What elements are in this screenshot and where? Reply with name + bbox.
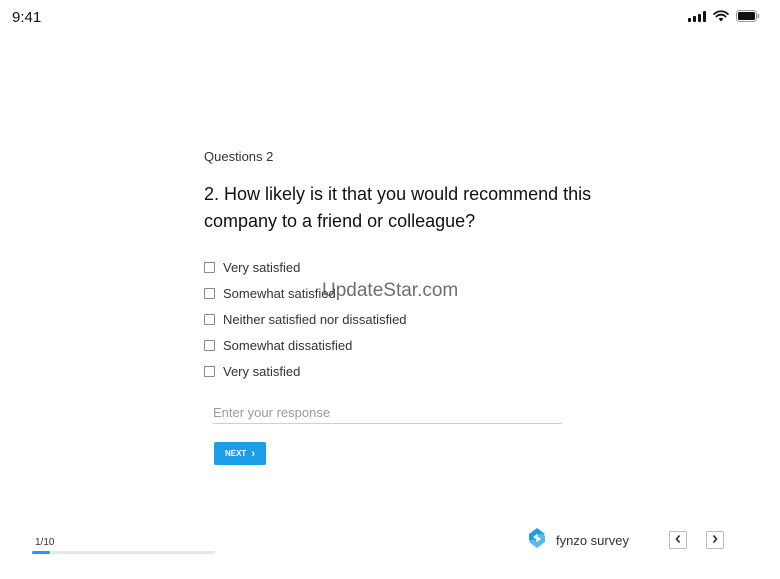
progress-fill <box>32 551 51 554</box>
fynzo-logo-icon <box>527 527 547 554</box>
brand: fynzo survey <box>527 527 629 554</box>
survey-screen: 9:41 Questions 2 2. How likely is it tha… <box>0 0 780 579</box>
previous-button[interactable] <box>669 531 687 549</box>
status-icons <box>688 10 760 22</box>
chevron-left-icon <box>674 531 682 549</box>
battery-icon <box>736 10 760 22</box>
checkbox[interactable] <box>204 287 215 299</box>
progress-label: 1/10 <box>35 537 55 548</box>
option-label: Very satisfied <box>223 363 301 379</box>
option-somewhat-dissatisfied[interactable]: Somewhat dissatisfied <box>204 332 407 358</box>
option-label: Somewhat dissatisfied <box>223 337 353 353</box>
question-title: 2. How likely is it that you would recom… <box>204 184 592 231</box>
checkbox[interactable] <box>204 313 215 325</box>
status-time: 9:41 <box>12 9 42 26</box>
checkbox[interactable] <box>204 261 215 273</box>
option-label: Neither satisfied nor dissatisfied <box>223 311 407 327</box>
checkbox[interactable] <box>204 365 215 377</box>
next-button[interactable]: NEXT › <box>214 442 266 465</box>
next-page-button[interactable] <box>706 531 724 549</box>
response-input[interactable] <box>213 401 562 424</box>
option-neither[interactable]: Neither satisfied nor dissatisfied <box>204 306 407 332</box>
option-very-satisfied-2[interactable]: Very satisfied <box>204 358 407 384</box>
watermark: UpdateStar.com <box>322 280 459 301</box>
next-button-label: NEXT <box>224 449 247 458</box>
option-very-satisfied[interactable]: Very satisfied <box>204 254 407 280</box>
chevron-right-icon: › <box>251 447 255 460</box>
chevron-right-icon <box>711 531 719 549</box>
status-bar: 9:41 <box>0 0 780 34</box>
checkbox[interactable] <box>204 339 215 351</box>
progress-bar <box>32 551 215 554</box>
cellular-signal-icon <box>688 10 706 22</box>
wifi-icon <box>713 10 729 22</box>
option-label: Somewhat satisfied <box>223 285 336 301</box>
brand-name: fynzo survey <box>556 533 629 548</box>
question-number-label: Questions 2 <box>204 149 274 164</box>
answer-options: Very satisfied Somewhat satisfied Neithe… <box>204 254 407 384</box>
option-label: Very satisfied <box>223 259 301 275</box>
